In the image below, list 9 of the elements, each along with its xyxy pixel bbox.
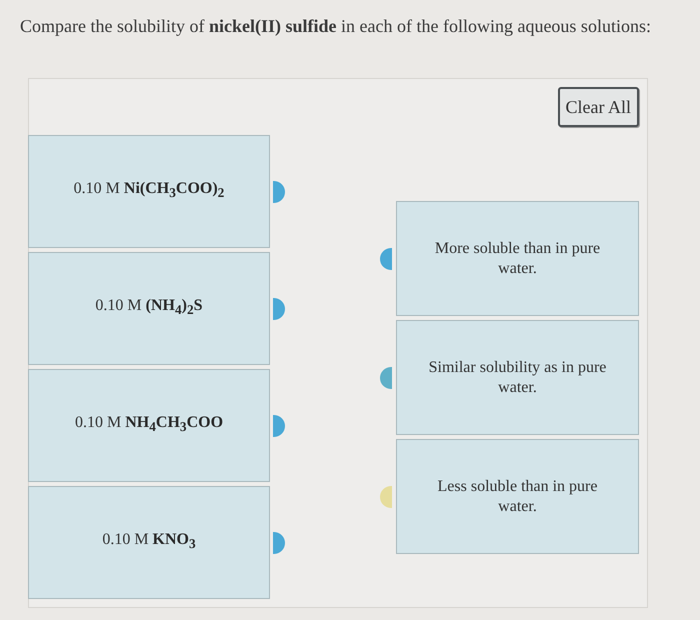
answer-card[interactable]: Similar solubility as in pure water. — [396, 320, 639, 435]
solution-card[interactable]: 0.10 M Ni(CH$_{3}$COO)$_{2}$ — [28, 135, 270, 248]
solution-card[interactable]: 0.10 M (NH$_{4}$)$_{2}$S — [28, 252, 270, 365]
solution-card[interactable]: 0.10 M KNO$_{3}$ — [28, 486, 270, 599]
answer-card[interactable]: More soluble than in pure water. — [396, 201, 639, 316]
solution-card[interactable]: 0.10 M NH$_{4}$CH$_{3}$COO — [28, 369, 270, 482]
answer-card[interactable]: Less soluble than in pure water. — [396, 439, 639, 554]
clear-all-button[interactable]: Clear All — [558, 87, 639, 127]
question-text: Compare the solubility of nickel(II) sulfide in each of the following aqueous solutions: — [19, 15, 652, 38]
